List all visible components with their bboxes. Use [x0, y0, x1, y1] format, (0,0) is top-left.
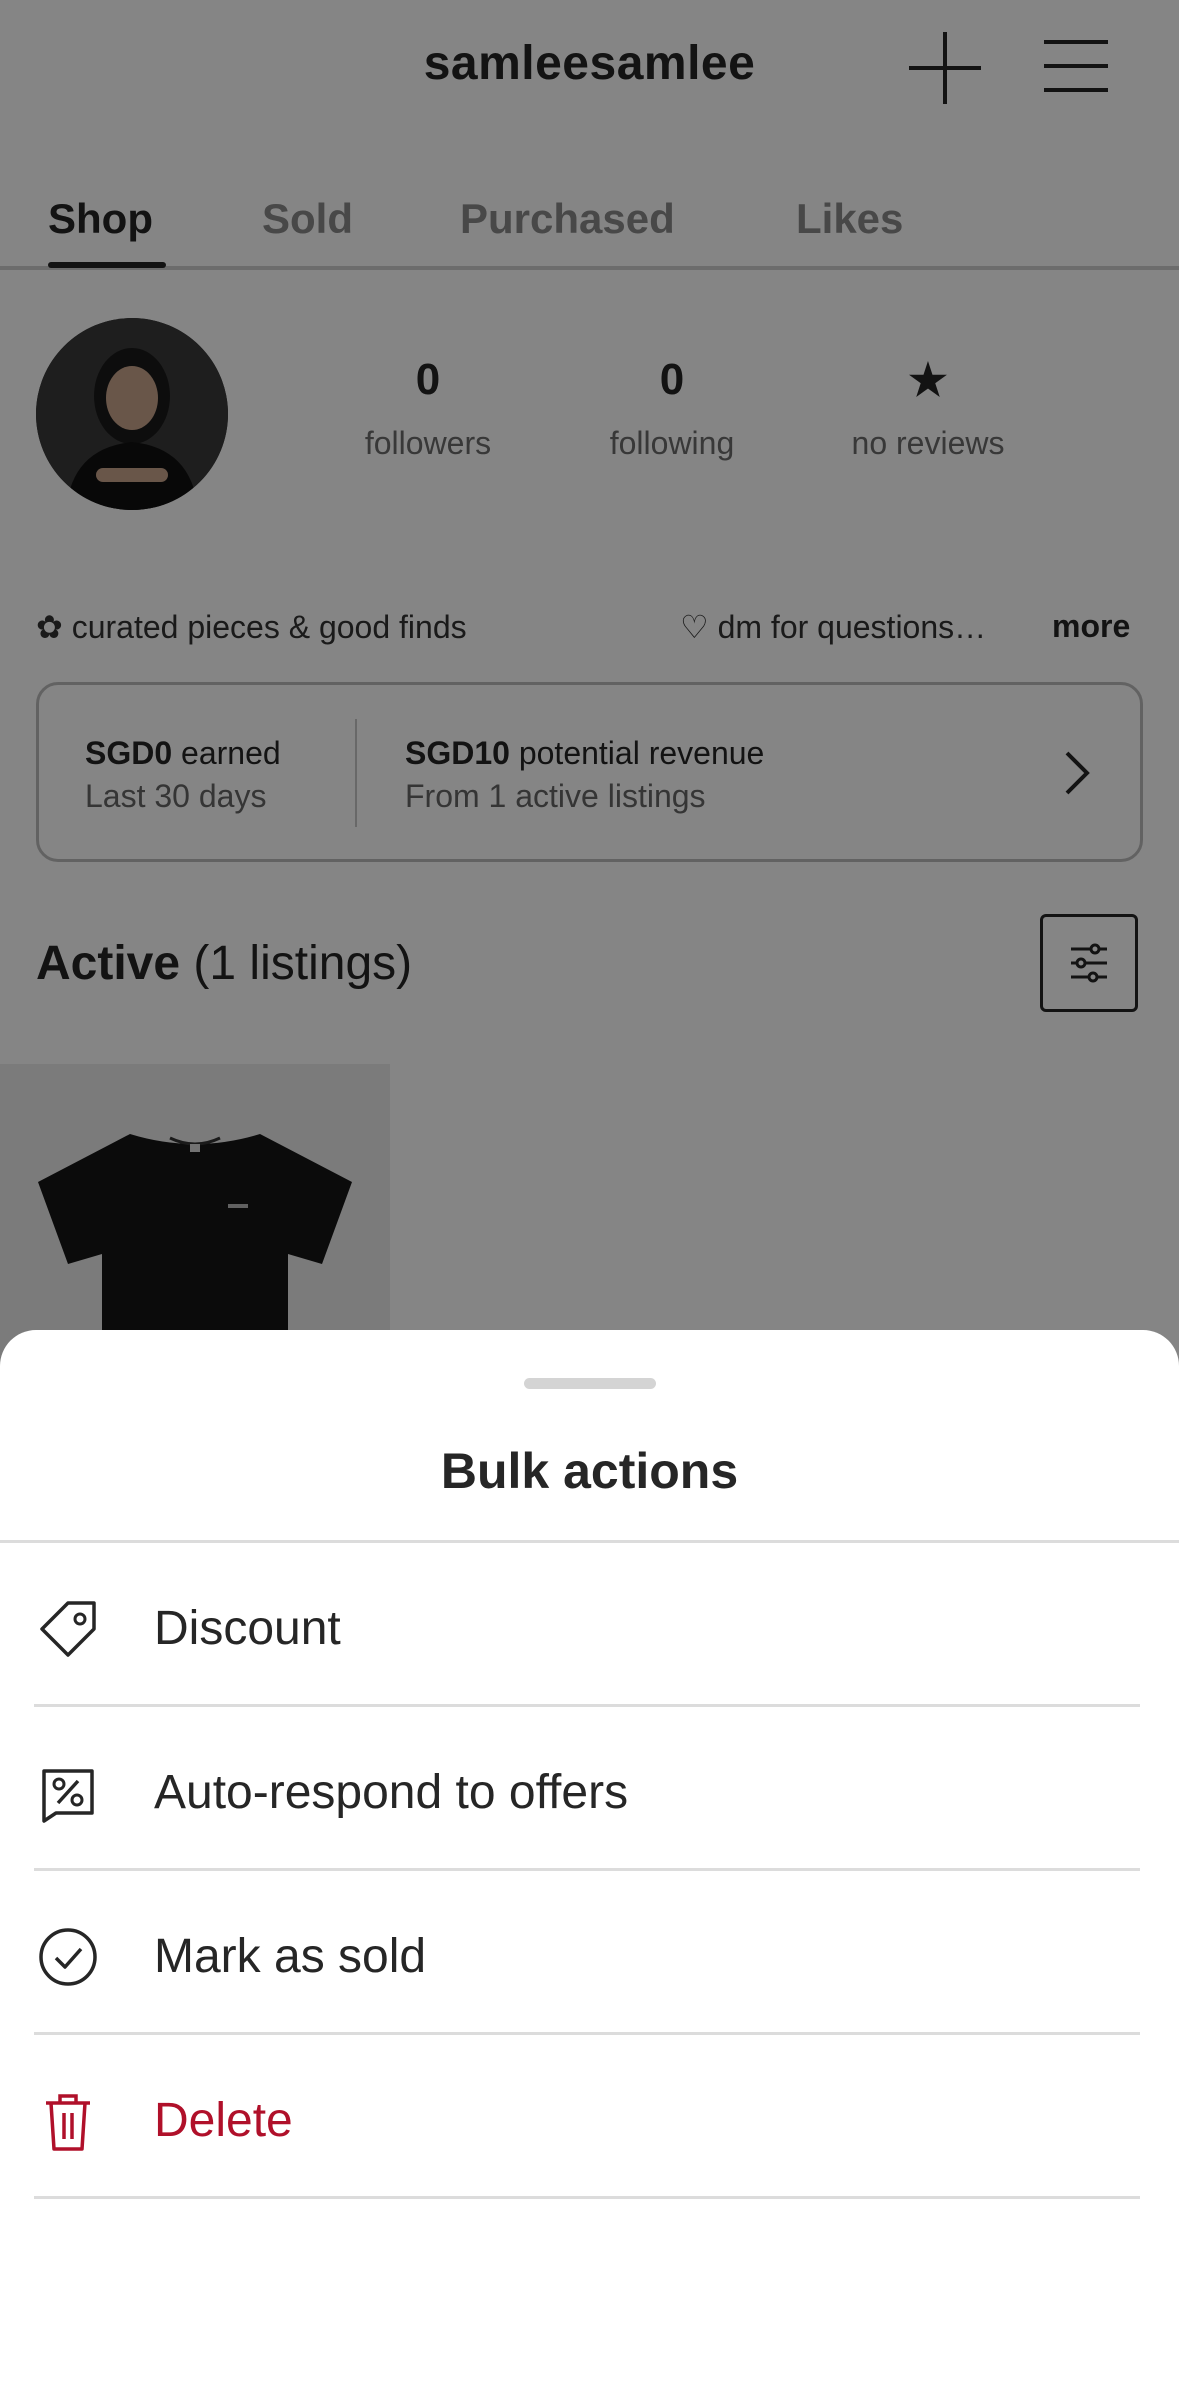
discount-action[interactable]: Discount	[34, 1543, 1140, 1707]
auto-respond-label: Auto-respond to offers	[154, 1766, 629, 1819]
tag-icon	[40, 1601, 96, 1657]
discount-label: Discount	[154, 1602, 341, 1655]
sheet-title: Bulk actions	[440, 1443, 739, 1499]
mark-as-sold-label: Mark as sold	[154, 1930, 427, 1983]
percent-badge-icon	[42, 1769, 94, 1823]
delete-label: Delete	[154, 2094, 293, 2147]
mark-as-sold-action[interactable]: Mark as sold	[34, 1871, 1140, 2035]
auto-respond-action[interactable]: Auto-respond to offers	[34, 1707, 1140, 1871]
sheet-drag-handle[interactable]	[524, 1378, 656, 1389]
delete-action[interactable]: Delete	[34, 2035, 1140, 2199]
bulk-actions-sheet: Bulk actions Discount Auto-respond to of…	[0, 1330, 1179, 2396]
trash-icon	[46, 2094, 90, 2151]
check-circle-icon	[39, 1928, 97, 1986]
